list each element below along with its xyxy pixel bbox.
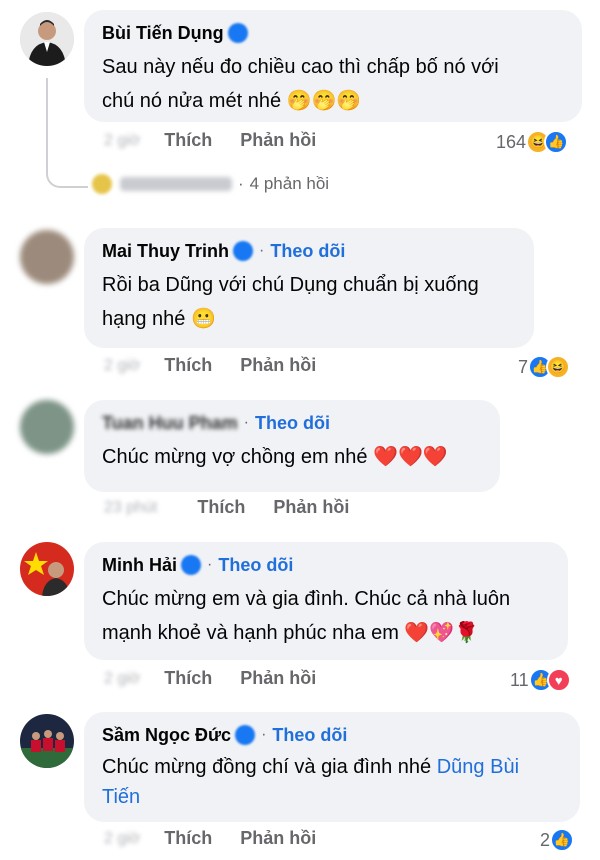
reaction-count: 7: [518, 356, 529, 377]
heart-icon: ♥: [546, 668, 571, 692]
follow-button[interactable]: Theo dõi: [270, 241, 345, 262]
laughing-face-icon: 😆: [546, 355, 571, 379]
comment-author[interactable]: Tuan Huu Pham: [102, 413, 238, 434]
thread-line: [46, 78, 88, 188]
comment-text: Rồi ba Dũng với chú Dụng chuẩn bị xuống …: [102, 268, 518, 336]
comment-author[interactable]: Bùi Tiến Dụng: [102, 23, 224, 44]
like-button[interactable]: Thích: [164, 668, 212, 689]
comment-actions: 2 giờ Thích Phản hồi: [104, 355, 316, 376]
replies-count: 4 phản hồi: [249, 174, 330, 193]
reply-button[interactable]: Phản hồi: [240, 828, 316, 849]
reply-button[interactable]: Phản hồi: [240, 130, 316, 151]
avatar-photo-icon: [20, 12, 74, 66]
comment-line: Rồi ba Dũng với chú Dụng chuẩn bị xuống: [102, 274, 479, 296]
like-button[interactable]: Thích: [164, 355, 212, 376]
comment-bubble: Tuan Huu Pham · Theo dõi Chúc mừng vợ ch…: [84, 400, 500, 492]
comment-bubble: Bùi Tiến Dụng Sau này nếu đo chiều cao t…: [84, 10, 582, 122]
like-button[interactable]: Thích: [164, 130, 212, 151]
comment-text: Sau này nếu đo chiều cao thì chấp bố nó …: [102, 50, 566, 118]
follow-button[interactable]: Theo dõi: [255, 413, 330, 434]
avatar[interactable]: [20, 400, 74, 454]
avatar[interactable]: [20, 714, 74, 768]
follow-button[interactable]: Theo dõi: [218, 555, 293, 576]
comment-actions: 2 giờ Thích Phản hồi: [104, 130, 316, 151]
comment-author[interactable]: Minh Hải: [102, 555, 177, 576]
reaction-count: 11: [510, 669, 529, 690]
comment-bubble: Minh Hải · Theo dõi Chúc mừng em và gia …: [84, 542, 568, 660]
comment-author[interactable]: Sầm Ngọc Đức: [102, 725, 231, 746]
reply-author-blurred: [120, 177, 232, 191]
verified-badge-icon: [181, 555, 201, 575]
comment-bubble: Mai Thuy Trinh · Theo dõi Rồi ba Dũng vớ…: [84, 228, 534, 348]
comment-line: Sau này nếu đo chiều cao thì chấp bố nó …: [102, 56, 499, 78]
comment-line: Chúc mừng vợ chồng em nhé ❤️❤️❤️: [102, 446, 448, 468]
team-photo-avatar-icon: [20, 714, 74, 768]
reply-button[interactable]: Phản hồi: [240, 668, 316, 689]
timestamp[interactable]: 2 giờ: [104, 830, 140, 848]
comment-author[interactable]: Mai Thuy Trinh: [102, 241, 229, 262]
verified-badge-icon: [233, 241, 254, 261]
comment-bubble: Sầm Ngọc Đức · Theo dõi Chúc mừng đồng c…: [84, 712, 580, 822]
follow-button[interactable]: Theo dõi: [272, 725, 347, 746]
reaction-summary[interactable]: 2 👍: [540, 828, 575, 852]
comment-text: Chúc mừng vợ chồng em nhé ❤️❤️❤️: [102, 440, 484, 474]
avatar[interactable]: [20, 230, 74, 284]
comment-actions: 2 giờ Thích Phản hồi: [104, 668, 316, 689]
timestamp[interactable]: 2 giờ: [104, 132, 140, 150]
mention-link[interactable]: Dũng Bùi: [437, 756, 519, 778]
timestamp[interactable]: 2 giờ: [104, 357, 140, 375]
verified-badge-icon: [227, 23, 248, 43]
comment-line: hạng nhé 😬: [102, 308, 216, 330]
comment-line: Chúc mừng đồng chí và gia đình nhé Dũng …: [102, 756, 520, 778]
comment-line: chú nó nửa mét nhé 🤭🤭🤭: [102, 90, 362, 112]
timestamp[interactable]: 2 giờ: [104, 670, 140, 688]
reaction-summary[interactable]: 11 👍 ♥: [510, 668, 571, 692]
verified-badge-icon: [235, 725, 256, 745]
reaction-count: 164: [496, 131, 527, 152]
reaction-count: 2: [540, 829, 551, 850]
reaction-summary[interactable]: 7 👍 😆: [518, 355, 571, 379]
flag-avatar-icon: [20, 542, 74, 596]
comment-line: mạnh khoẻ và hạnh phúc nha em ❤️💖🌹: [102, 622, 480, 644]
reply-avatar: [92, 174, 112, 194]
thumbs-up-icon: 👍: [550, 828, 575, 852]
replies-link[interactable]: · 4 phản hồi: [92, 174, 329, 194]
comment-line: Chúc mừng em và gia đình. Chúc cả nhà lu…: [102, 588, 511, 610]
avatar[interactable]: [20, 12, 74, 66]
like-button[interactable]: Thích: [164, 828, 212, 849]
mention-link-cont[interactable]: Tiến: [102, 782, 564, 812]
comment-text: Chúc mừng đồng chí và gia đình nhé Dũng …: [102, 752, 564, 812]
avatar[interactable]: [20, 542, 74, 596]
reply-button[interactable]: Phản hồi: [240, 355, 316, 376]
comment-text: Chúc mừng em và gia đình. Chúc cả nhà lu…: [102, 582, 552, 650]
reaction-summary[interactable]: 164 😆 👍: [496, 130, 569, 154]
comment-actions: 2 giờ Thích Phản hồi: [104, 828, 316, 849]
timestamp[interactable]: 23 phút: [104, 499, 157, 517]
reply-button[interactable]: Phản hồi: [273, 497, 349, 518]
comment-actions: 23 phút Thích Phản hồi: [104, 497, 349, 518]
thumbs-up-icon: 👍: [544, 130, 569, 154]
like-button[interactable]: Thích: [197, 497, 245, 518]
